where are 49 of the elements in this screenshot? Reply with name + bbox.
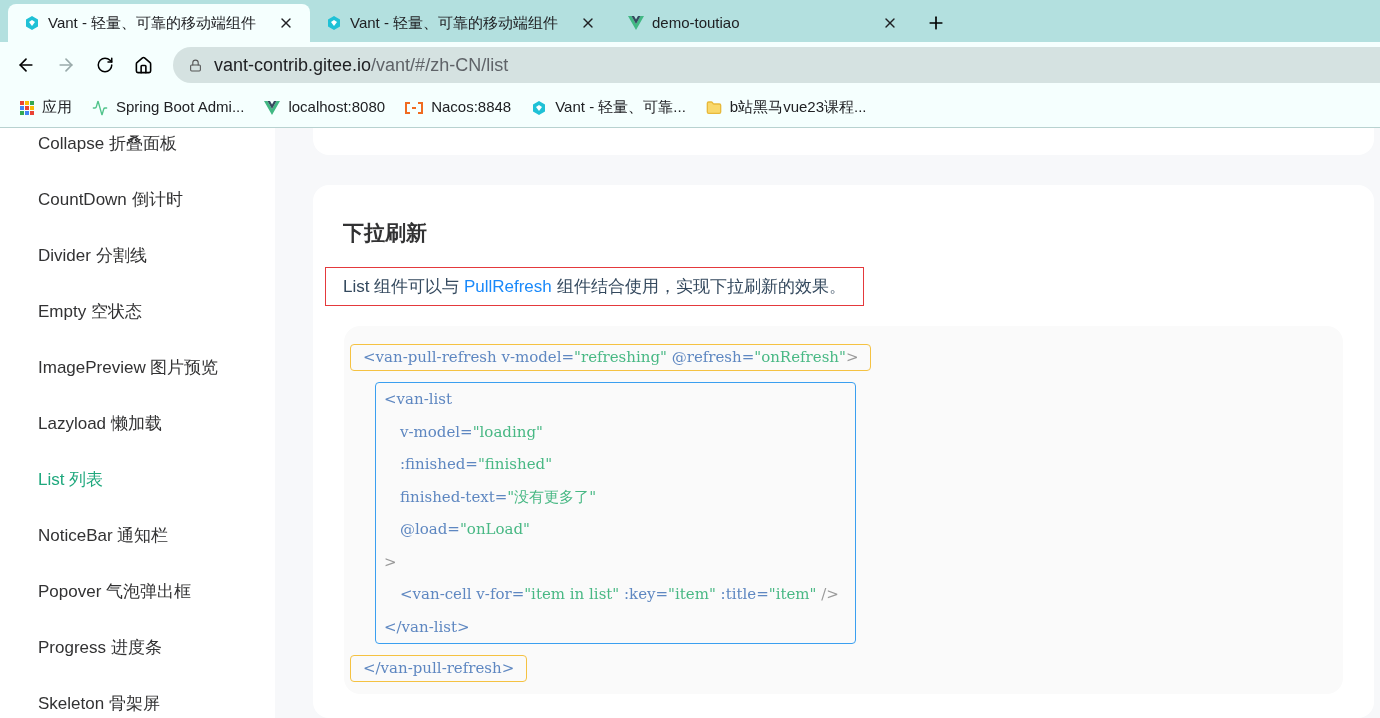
- hexagon-logo-icon: [24, 15, 40, 31]
- description-text: List 组件可以与 PullRefresh 组件结合使用，实现下拉刷新的效果。: [325, 266, 864, 306]
- sidebar-item[interactable]: Lazyload 懒加载: [0, 396, 275, 452]
- section-title: 下拉刷新: [342, 220, 428, 246]
- bookmark[interactable]: Spring Boot Admi...: [92, 96, 245, 119]
- bookmark[interactable]: Nacos:8848: [405, 96, 512, 119]
- tab-title: Vant - 轻量、可靠的移动端组件: [48, 12, 258, 33]
- grid-icon: [20, 100, 34, 115]
- code-line: <van-list: [384, 389, 454, 410]
- code-line: @load="onLoad": [399, 519, 531, 540]
- reload-icon[interactable]: [96, 56, 114, 74]
- url-text: vant-contrib.gitee.io/vant/#/zh-CN/list: [214, 53, 509, 77]
- lock-icon: [189, 58, 202, 72]
- browser-tab[interactable]: Vant - 轻量、可靠的移动端组件: [8, 4, 310, 42]
- sidebar-item[interactable]: Empty 空状态: [0, 284, 275, 340]
- code-line: </van-list>: [384, 616, 471, 638]
- code-line: </van-pull-refresh>: [363, 658, 515, 680]
- bookmark[interactable]: b站黑马vue23课程...: [705, 96, 867, 119]
- hexagon-logo-icon: [531, 99, 548, 116]
- sidebar-item[interactable]: Collapse 折叠面板: [0, 128, 275, 172]
- sidebar-item[interactable]: Skeleton 骨架屏: [0, 676, 275, 718]
- v-logo-icon: [628, 16, 644, 30]
- tab-title: Vant - 轻量、可靠的移动端组件: [350, 12, 560, 33]
- browser-tab[interactable]: Vant - 轻量、可靠的移动端组件: [310, 4, 612, 42]
- code-line: <van-pull-refresh v-model="refreshing" @refresh="onRefresh">: [363, 347, 859, 369]
- code-line: v-model="loading": [399, 421, 544, 443]
- pullrefresh-link[interactable]: PullRefresh: [463, 276, 552, 296]
- code-line: finished-text="没有更多了": [399, 486, 598, 508]
- sidebar-item[interactable]: ImagePreview 图片预览: [0, 340, 275, 396]
- sidebar-item[interactable]: Progress 进度条: [0, 620, 275, 676]
- browser-tab[interactable]: demo-toutiao: [612, 4, 914, 42]
- sidebar-item[interactable]: CountDown 倒计时: [0, 172, 275, 228]
- tab-title: demo-toutiao: [652, 12, 741, 33]
- code-line: >: [384, 551, 398, 573]
- bookmark[interactable]: 应用: [20, 96, 72, 119]
- home-icon[interactable]: [134, 55, 153, 75]
- v-logo-icon: [264, 100, 281, 115]
- sidebar-item[interactable]: Divider 分割线: [0, 228, 275, 284]
- sidebar-item[interactable]: Popover 气泡弹出框: [0, 564, 275, 620]
- address-bar[interactable]: vant-contrib.gitee.io/vant/#/zh-CN/list: [173, 47, 1380, 83]
- folder-icon: [705, 99, 722, 116]
- code-line: :finished="finished": [399, 454, 554, 475]
- hexagon-logo-icon: [326, 15, 342, 31]
- bookmark[interactable]: Vant - 轻量、可靠...: [531, 96, 686, 119]
- sidebar-item[interactable]: NoticeBar 通知栏: [0, 508, 275, 564]
- pulse-icon: [92, 99, 108, 116]
- code-line: <van-cell v-for="item in list" :key="item" :title="item" />: [399, 584, 839, 605]
- bookmark[interactable]: localhost:8080: [264, 96, 386, 119]
- bracket-icon: [405, 101, 424, 114]
